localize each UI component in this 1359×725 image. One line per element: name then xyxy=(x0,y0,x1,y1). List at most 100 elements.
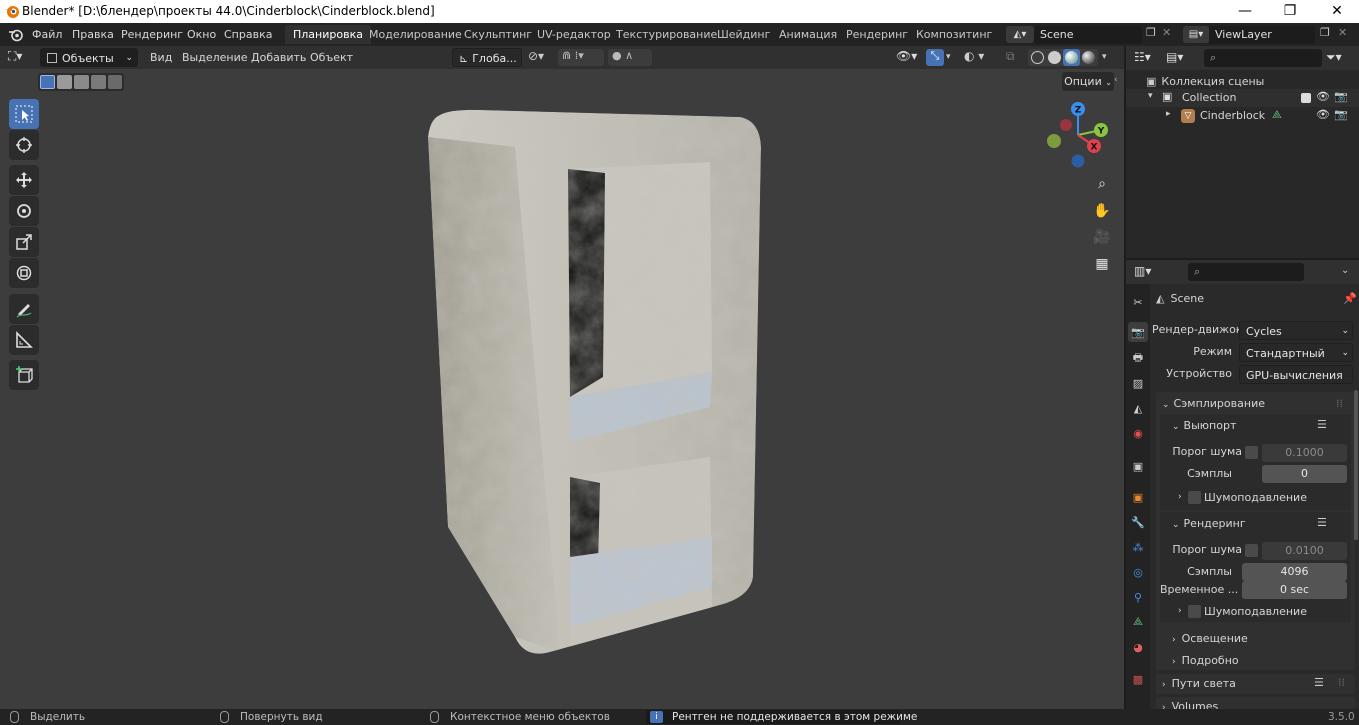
object-tab-icon[interactable]: ▣ xyxy=(1128,487,1148,507)
properties-search-input[interactable]: ⌕ xyxy=(1188,263,1304,281)
vp-noise-field[interactable]: 0.1000 xyxy=(1262,444,1347,462)
r-time-field[interactable]: 0 sec xyxy=(1242,581,1347,599)
lighting-subheader[interactable]: › Освещение xyxy=(1172,632,1248,645)
measure-tool[interactable] xyxy=(9,325,39,355)
outliner-row-collection[interactable]: ▾ ▣ Collection 👁 📷 xyxy=(1126,89,1359,107)
tab-sculpting[interactable]: Скульптинг xyxy=(456,25,540,44)
drag-handle-icon[interactable]: ⁞⁞ xyxy=(1338,676,1345,689)
cursor-tool[interactable] xyxy=(9,130,39,160)
scene-name-field[interactable]: Scene xyxy=(1034,26,1142,44)
render-engine-dropdown[interactable]: Cycles ⌄ xyxy=(1239,321,1353,340)
menu-edit[interactable]: Правка xyxy=(66,23,120,46)
filter-icon[interactable]: ⏷▾ xyxy=(1326,50,1354,66)
view-layer-field[interactable]: ViewLayer xyxy=(1209,26,1315,44)
constraints-tab-icon[interactable]: ⚲ xyxy=(1128,587,1148,607)
pivot-point-icon[interactable]: ⊘▾ xyxy=(528,49,554,66)
perspective-grid-icon[interactable]: ▦ xyxy=(1091,253,1113,275)
gizmo-neg-y-axis[interactable] xyxy=(1047,134,1061,148)
move-tool[interactable] xyxy=(9,165,39,195)
new-view-layer-icon[interactable]: ❐ xyxy=(1320,26,1334,43)
add-cube-tool[interactable] xyxy=(9,360,39,390)
vp-noise-checkbox[interactable] xyxy=(1245,446,1258,459)
options-dropdown[interactable]: Опции ⌄ xyxy=(1062,72,1114,91)
select-invert-icon[interactable] xyxy=(91,75,106,89)
select-box-tool[interactable] xyxy=(9,99,39,129)
chevron-down-icon[interactable]: ⌄ xyxy=(1341,265,1349,276)
display-mode-icon[interactable]: ▤▾ xyxy=(1166,50,1194,66)
feature-set-dropdown[interactable]: Стандартный ⌄ xyxy=(1239,343,1353,362)
expand-chevron-icon[interactable]: ▸ xyxy=(1166,109,1171,119)
scale-tool[interactable] xyxy=(9,227,39,257)
physics-tab-icon[interactable]: ◎ xyxy=(1128,562,1148,582)
transform-orientation-dropdown[interactable]: ⊾ Глоба... xyxy=(452,48,522,67)
expand-chevron-icon[interactable]: ▾ xyxy=(1148,91,1153,101)
select-extend-icon[interactable] xyxy=(57,75,72,89)
visibility-icon[interactable]: 👁▾ xyxy=(896,49,922,66)
vp-denoise-checkbox[interactable] xyxy=(1188,491,1201,504)
new-scene-icon[interactable]: ❐ xyxy=(1146,26,1160,43)
data-tab-icon[interactable]: ⟁ xyxy=(1128,612,1148,632)
render-subheader[interactable]: ⌄ Рендеринг xyxy=(1172,517,1246,530)
r-noise-field[interactable]: 0.0100 xyxy=(1262,542,1347,560)
gizmo-neg-x-axis[interactable] xyxy=(1060,119,1072,131)
chevron-right-icon[interactable]: › xyxy=(1178,606,1182,616)
xray-icon[interactable]: ⧉ xyxy=(1006,49,1024,66)
properties-editor-icon[interactable]: ▥▾ xyxy=(1134,264,1162,280)
preset-list-icon[interactable]: ☰ xyxy=(1317,418,1327,431)
view-layer-tab-icon[interactable]: ▨ xyxy=(1128,373,1148,393)
tab-layout[interactable]: Планировка xyxy=(285,25,371,44)
preset-list-icon[interactable]: ☰ xyxy=(1317,516,1327,529)
world-tab-icon[interactable]: ◉ xyxy=(1128,423,1148,443)
volumes-panel[interactable]: › Volumes xyxy=(1156,697,1355,709)
drag-handle-icon[interactable]: ⁞⁞ xyxy=(1336,397,1343,410)
gizmo-neg-z-axis[interactable] xyxy=(1071,154,1085,168)
rotate-tool[interactable] xyxy=(9,196,39,226)
menu-add[interactable]: Добавить xyxy=(245,46,312,69)
pin-icon[interactable]: 📌 xyxy=(1343,290,1357,308)
status-report[interactable]: i Рентген не поддерживается в этом режим… xyxy=(646,710,917,724)
output-tab-icon[interactable]: 🖶 xyxy=(1128,348,1148,368)
select-intersect-icon[interactable] xyxy=(108,75,122,89)
sidebar-toggle-icon[interactable]: ‹ xyxy=(1114,75,1124,89)
tab-texture-paint[interactable]: Текстурирование xyxy=(608,25,725,44)
chevron-right-icon[interactable]: › xyxy=(1178,492,1182,502)
tab-animation[interactable]: Анимация xyxy=(771,25,845,44)
properties-scrollbar[interactable] xyxy=(1354,390,1358,540)
viewport-subheader[interactable]: ⌄ Выюпорт xyxy=(1172,419,1236,432)
eye-icon[interactable]: 👁 xyxy=(1316,108,1330,121)
minimize-button[interactable]: — xyxy=(1230,2,1260,20)
select-new-icon[interactable] xyxy=(40,75,55,89)
outliner-search-input[interactable]: ⌕ xyxy=(1204,49,1322,67)
render-tab-icon[interactable]: 📷 xyxy=(1128,322,1148,342)
tool-tab-icon[interactable]: ✂ xyxy=(1128,292,1148,312)
gizmo-dropdown-icon[interactable]: ▾ xyxy=(946,49,958,66)
vp-samples-field[interactable]: 0 xyxy=(1262,465,1347,483)
snapping-icon[interactable]: ⋒ ⁞▾ xyxy=(558,49,604,66)
mesh-data-icon[interactable]: ⟁ xyxy=(1272,108,1282,122)
modifier-tab-icon[interactable]: 🔧 xyxy=(1128,512,1148,532)
delete-view-layer-icon[interactable]: ✕ xyxy=(1338,26,1352,43)
navigation-gizmo[interactable]: Z Y X xyxy=(1040,97,1116,173)
tab-uv-editing[interactable]: UV-редактор xyxy=(529,25,619,44)
collection-tab-icon[interactable]: ▣ xyxy=(1128,456,1148,476)
outliner-editor-icon[interactable]: ☷▾ xyxy=(1134,50,1160,66)
eye-icon[interactable]: 👁 xyxy=(1316,90,1330,103)
device-dropdown[interactable]: GPU-вычисления⌄ xyxy=(1239,365,1353,399)
delete-scene-icon[interactable]: ✕ xyxy=(1162,26,1176,43)
menu-object[interactable]: Объект xyxy=(304,46,359,69)
menu-file[interactable]: Файл xyxy=(26,23,68,46)
shading-dropdown-icon[interactable]: ▾ xyxy=(1102,49,1114,66)
r-denoise-checkbox[interactable] xyxy=(1188,605,1201,618)
particles-tab-icon[interactable]: ⁂ xyxy=(1128,537,1148,557)
tab-rendering[interactable]: Рендеринг xyxy=(838,25,916,44)
light-paths-panel[interactable]: › Пути света ☰ ⁞⁞ xyxy=(1156,674,1355,694)
camera-view-icon[interactable]: 🎥 xyxy=(1091,226,1113,248)
transform-tool[interactable] xyxy=(9,258,39,288)
maximize-button[interactable]: ❐ xyxy=(1275,2,1305,20)
gizmo-toggle-icon[interactable]: ⤡ xyxy=(926,49,944,66)
advanced-subheader[interactable]: › Подробно xyxy=(1172,654,1239,667)
texture-tab-icon[interactable]: ▩ xyxy=(1128,669,1148,689)
mode-selector[interactable]: Объекты ⌄ xyxy=(40,48,138,67)
r-noise-checkbox[interactable] xyxy=(1245,544,1258,557)
material-tab-icon[interactable]: ◕ xyxy=(1128,637,1148,657)
